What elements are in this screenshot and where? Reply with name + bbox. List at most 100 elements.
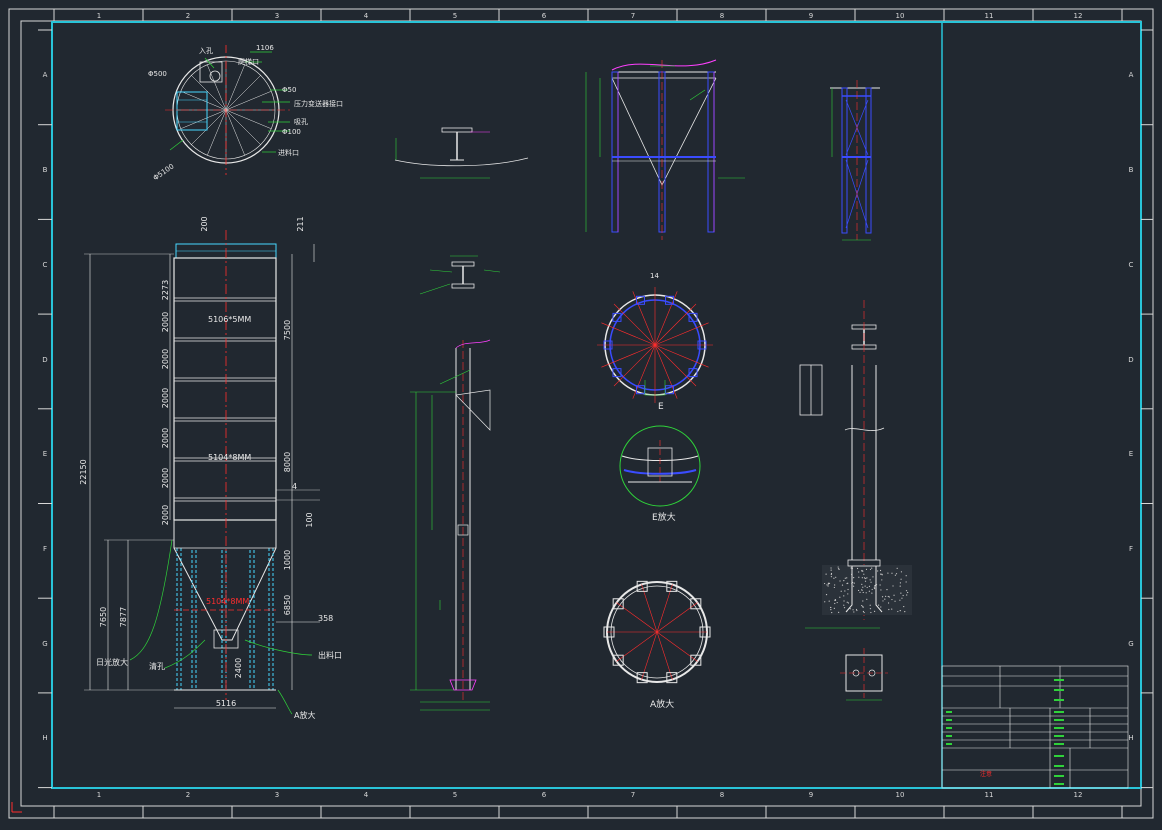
ring-e-marker: E [658, 402, 664, 412]
row-label: G [1128, 640, 1133, 648]
elevation-dim-right: 7500 [283, 320, 292, 340]
elevation-dim-left: 2000 [161, 349, 170, 369]
col-label: 4 [364, 12, 369, 20]
col-label: 12 [1074, 791, 1083, 799]
row-label: H [1128, 734, 1133, 742]
row-label: B [1129, 166, 1134, 174]
col-label: 10 [896, 791, 905, 799]
row-label: E [43, 450, 47, 458]
elevation-callout-358: 358 [318, 614, 333, 623]
elevation-dim-7650: 7650 [99, 607, 108, 627]
elevation-dim-left: 2000 [161, 388, 170, 408]
ring-label-mid: 5104*8MM [208, 453, 251, 462]
beam-section-detail [394, 127, 529, 179]
elevation-dim-top: 211 [296, 216, 305, 231]
topview-label-ladder: 爬梯口 [238, 57, 259, 66]
elevation-dim-right: 100 [305, 512, 314, 527]
detail-a-label: A放大 [650, 698, 674, 710]
ring-top-marker: 14 [650, 272, 659, 280]
col-label: 7 [631, 12, 635, 20]
topview-label-inlet: 进料口 [278, 148, 299, 157]
col-label: 6 [542, 12, 547, 20]
col-label: 3 [275, 12, 279, 20]
row-labels-left: A B C D E F G H [42, 71, 47, 742]
row-label: E [1129, 450, 1133, 458]
callout-sunlight: 日光放大 [96, 657, 128, 667]
elevation-dim-left: 2273 [161, 280, 170, 300]
col-label: 9 [809, 12, 813, 20]
col-label: 10 [896, 12, 905, 20]
column-ticks [53, 9, 1123, 818]
elevation-dim-left: 2000 [161, 468, 170, 488]
row-label: D [1128, 356, 1133, 364]
topview-label-d500: Φ500 [148, 70, 167, 78]
row-ticks [38, 29, 1153, 789]
silo-top-view: 入孔 1106 爬梯口 Φ500 Φ50 压力变送器接口 吸孔 Φ100 进料口… [148, 44, 343, 182]
col-label: 5 [453, 791, 457, 799]
col-label: 3 [275, 791, 279, 799]
elevation-dim-right: 6850 [283, 595, 292, 615]
ring-plan-top: 14 E [597, 272, 713, 412]
row-label: C [1129, 261, 1134, 269]
elevation-dim-left: 2000 [161, 505, 170, 525]
detail-e: E放大 [619, 425, 701, 523]
silo-elevation: 2273 2000 2000 2000 2000 2000 2000 22150… [79, 216, 342, 720]
elevation-overall-height: 22150 [79, 459, 88, 484]
ring-label-top: 5106*5MM [208, 315, 251, 324]
topview-label-pressure: 压力变送器接口 [294, 99, 343, 108]
col-label: 1 [97, 791, 101, 799]
topview-dim-1106: 1106 [256, 44, 274, 52]
row-label: A [43, 71, 48, 79]
topview-label-d50: Φ50 [282, 86, 296, 94]
elevation-dim-right: 8000 [283, 452, 292, 472]
detail-e-label: E放大 [652, 511, 676, 523]
ring-label-cone: 5104*8MM [206, 597, 249, 606]
column-labels-top: 1 2 3 4 5 6 7 8 9 10 11 12 [97, 12, 1083, 20]
row-label: F [1129, 545, 1133, 553]
elevation-dim-left: 2000 [161, 428, 170, 448]
col-label: 1 [97, 12, 101, 20]
support-frame-elevation [585, 59, 745, 240]
elevation-dim-7877: 7877 [119, 607, 128, 627]
elevation-dim-top: 200 [200, 216, 209, 231]
callout-outlet: 出料口 [318, 650, 342, 660]
column-labels-bottom: 1 2 3 4 5 6 7 8 9 10 11 12 [97, 791, 1083, 799]
callout-detail-a: A放大 [294, 710, 315, 720]
col-label: 11 [985, 12, 994, 20]
title-block-note: 注意 [980, 770, 992, 778]
row-label: B [43, 166, 48, 174]
row-label: F [43, 545, 47, 553]
topview-label-manhole: 入孔 [199, 47, 213, 55]
drawing-border [51, 21, 1142, 789]
col-label: 6 [542, 791, 547, 799]
callout-cleanout: 清孔 [149, 661, 165, 671]
row-label: H [42, 734, 47, 742]
topview-label-d5100: Φ5100 [152, 162, 176, 182]
beam-section-2 [419, 255, 501, 295]
col-label: 5 [453, 12, 457, 20]
column-elevation-detail [410, 339, 491, 711]
row-label: A [1129, 71, 1134, 79]
side-frame-elevation [830, 80, 880, 241]
anchor-column-detail [799, 300, 912, 701]
elevation-dim-right: 2400 [234, 658, 243, 678]
col-label: 2 [186, 12, 190, 20]
col-label: 12 [1074, 12, 1083, 20]
row-label: D [42, 356, 47, 364]
col-label: 8 [720, 791, 724, 799]
title-block [941, 665, 1129, 789]
topview-label-d100: Φ100 [282, 128, 301, 136]
col-label: 4 [364, 791, 369, 799]
row-label: C [43, 261, 48, 269]
detail-a-ring: A放大 [603, 580, 711, 710]
inner-frame [20, 20, 1142, 807]
col-label: 7 [631, 791, 635, 799]
col-label: 9 [809, 791, 813, 799]
cad-drawing-canvas: 1 2 3 4 5 6 7 8 9 10 11 12 1 2 3 4 5 6 7… [8, 8, 1154, 819]
row-labels-right: A B C D E F G H [1128, 71, 1133, 742]
elevation-bottom-width: 5116 [216, 699, 236, 708]
col-label: 8 [720, 12, 724, 20]
topview-label-hole: 吸孔 [294, 118, 308, 126]
elevation-dim-left: 2000 [161, 312, 170, 332]
elevation-dim-right: 1000 [283, 550, 292, 570]
